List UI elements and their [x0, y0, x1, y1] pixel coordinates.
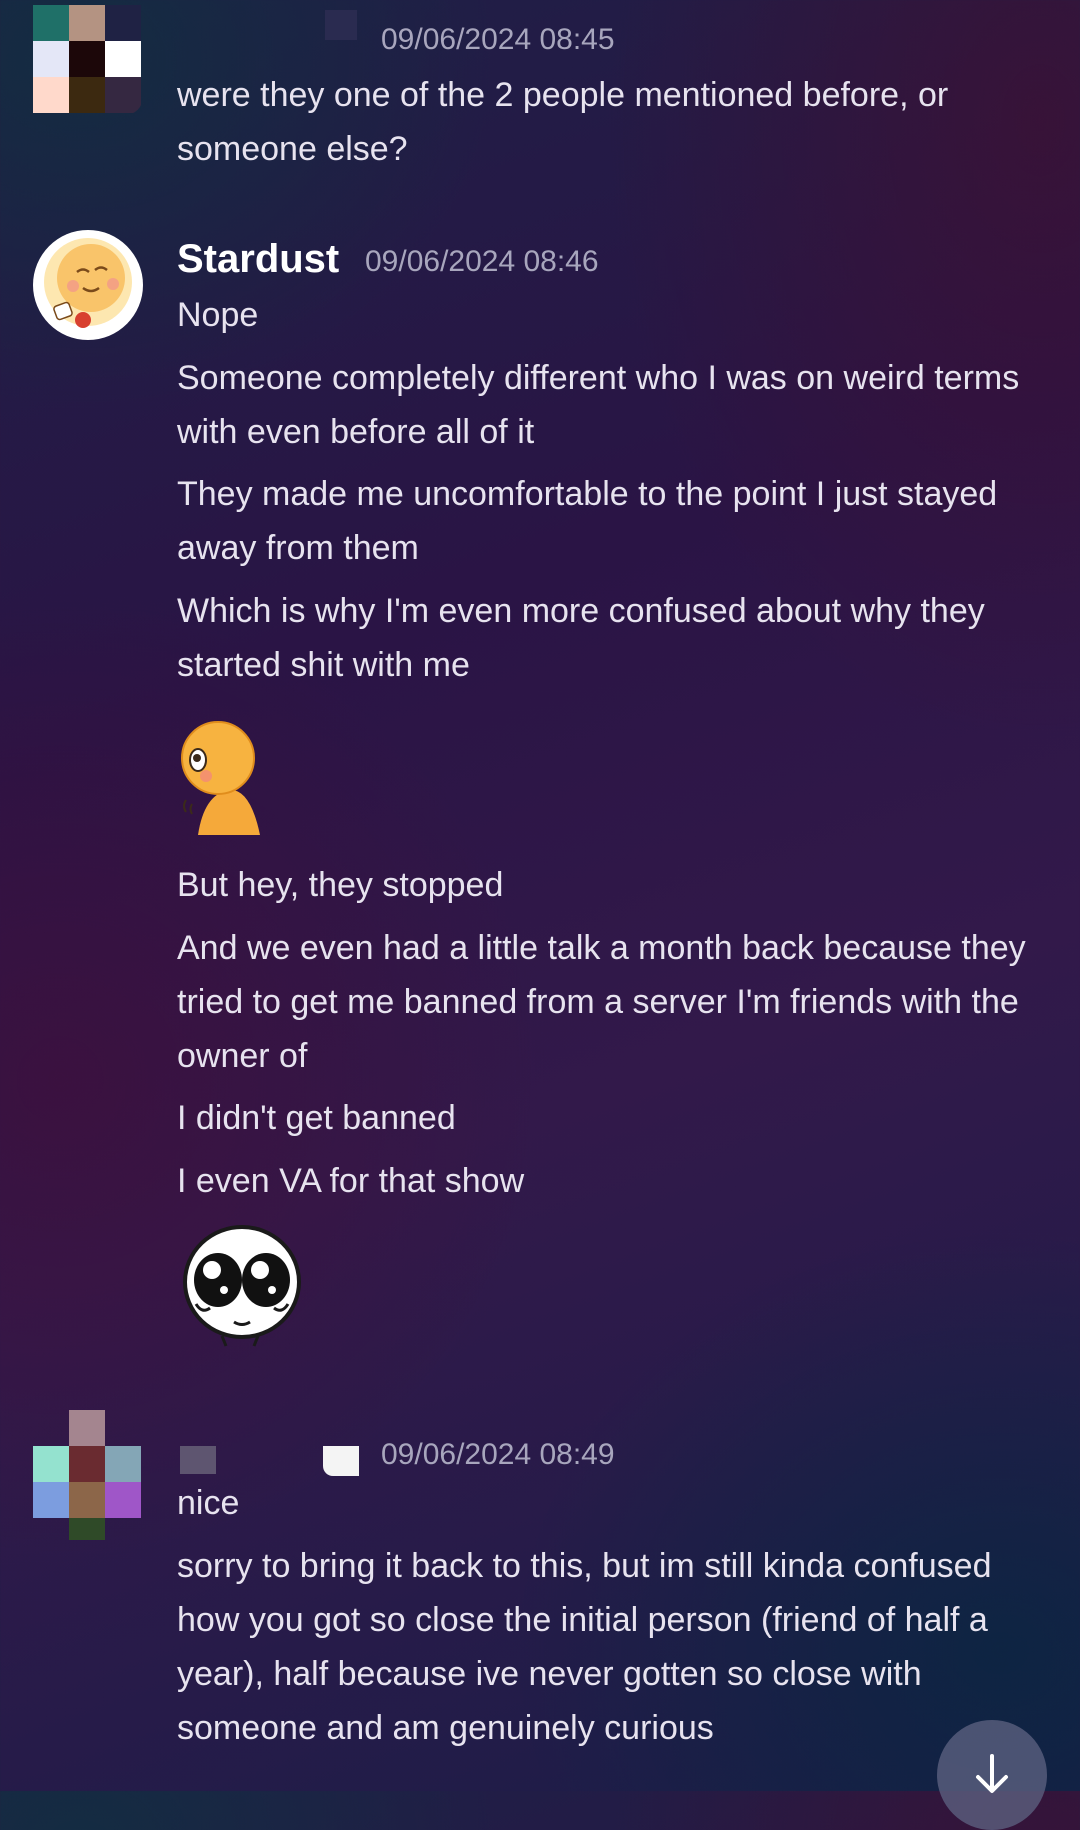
message-text: And we even had a little talk a month ba…: [177, 929, 1026, 1075]
message-text: But hey, they stopped: [177, 866, 504, 904]
crying-eyes-face-sticker[interactable]: [182, 1222, 302, 1347]
message-text: I even VA for that show: [177, 1162, 525, 1200]
avatar-image: [33, 230, 143, 340]
redacted-username-part-1: [180, 1446, 216, 1474]
message-text: Nope: [177, 296, 259, 334]
sticker-image: [183, 1225, 301, 1347]
sticker-image: [181, 721, 260, 835]
username[interactable]: Stardust: [177, 237, 339, 282]
redacted-username: [325, 10, 357, 40]
message-timestamp: 09/06/2024 08:49: [381, 1438, 615, 1471]
message-timestamp: 09/06/2024 08:46: [365, 245, 599, 278]
arrow-down-icon: [968, 1750, 1016, 1803]
message-text: Which is why I'm even more confused abou…: [177, 592, 985, 684]
message-timestamp: 09/06/2024 08:45: [381, 23, 615, 56]
message-group-1: 09/06/2024 08:45 were they one of the 2 …: [0, 0, 1080, 175]
message-text: sorry to bring it back to this, but im s…: [177, 1547, 992, 1747]
redacted-username-part-2: [323, 1446, 359, 1476]
message-text: were they one of the 2 people mentioned …: [177, 76, 949, 168]
user-avatar-1[interactable]: [33, 5, 143, 115]
message-text: nice: [177, 1484, 240, 1522]
jump-to-bottom-button[interactable]: [937, 1720, 1047, 1830]
message-text: They made me uncomfortable to the point …: [177, 475, 998, 567]
user-avatar-3[interactable]: [33, 1410, 143, 1540]
stardust-avatar[interactable]: [33, 230, 143, 340]
message-text: I didn't get banned: [177, 1099, 456, 1137]
message-text: Someone completely different who I was o…: [177, 359, 1020, 451]
peeking-orange-character-sticker[interactable]: [180, 720, 275, 835]
